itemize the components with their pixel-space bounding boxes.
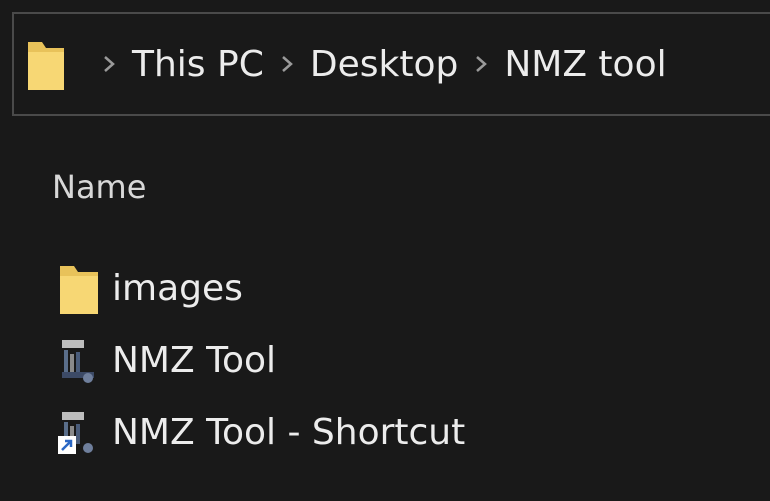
list-item-images[interactable]: images [56, 252, 756, 324]
address-bar[interactable]: This PC Desktop NMZ tool [12, 12, 770, 116]
breadcrumb-item-this-pc[interactable]: This PC [132, 44, 264, 85]
folder-icon [60, 266, 98, 314]
shortcut-icon [58, 412, 93, 454]
list-item-nmz-tool-shortcut[interactable]: NMZ Tool - Shortcut [56, 396, 756, 468]
chevron-right-icon[interactable] [470, 53, 492, 75]
list-item-nmz-tool[interactable]: NMZ Tool [56, 324, 756, 396]
folder-icon [28, 42, 64, 90]
column-header-name[interactable]: Name [52, 168, 146, 206]
file-name: images [112, 267, 243, 309]
file-name: NMZ Tool - Shortcut [112, 411, 466, 453]
breadcrumb-item-desktop[interactable]: Desktop [310, 44, 458, 85]
file-list: images NMZ Tool NMZ Tool - Shortcut [56, 252, 756, 468]
application-icon [62, 340, 94, 383]
chevron-right-icon[interactable] [276, 53, 298, 75]
chevron-right-icon[interactable] [98, 53, 120, 75]
file-explorer-window: This PC Desktop NMZ tool Name images NMZ… [0, 0, 770, 501]
breadcrumb-item-nmz-tool[interactable]: NMZ tool [504, 44, 666, 85]
file-name: NMZ Tool [112, 339, 277, 381]
